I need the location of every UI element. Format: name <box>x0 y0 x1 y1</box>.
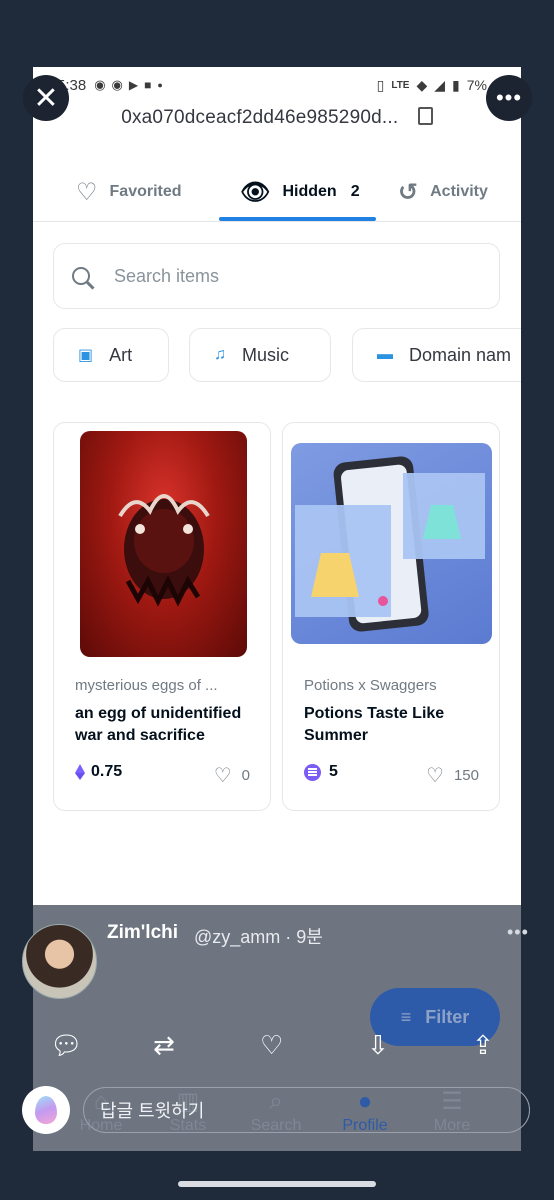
favorite-button[interactable]: ♡ 150 <box>426 763 479 788</box>
nft-name: an egg of unidentified war and sacrifice <box>75 705 242 744</box>
vibrate-icon: ▯ <box>376 76 385 93</box>
user-avatar-icon <box>22 1086 70 1134</box>
heart-outline-icon: ♡ <box>76 178 98 206</box>
nft-collection: mysterious eggs of ... <box>75 677 218 694</box>
nft-card[interactable]: mysterious eggs of ... an egg of unident… <box>53 422 271 811</box>
tab-count: 2 <box>350 183 360 200</box>
nft-name: Potions Taste Like Summer <box>304 705 445 744</box>
category-chip-art[interactable]: ▣ Art <box>53 328 169 382</box>
ethereum-icon <box>75 764 85 780</box>
like-icon[interactable]: ♡ <box>260 1030 283 1061</box>
tab-label: Activity <box>430 183 488 200</box>
tweet-more-icon[interactable]: ••• <box>507 922 529 943</box>
retweet-icon[interactable]: ⇄ <box>153 1030 175 1061</box>
reply-icon[interactable]: 💬︎ <box>50 1030 83 1061</box>
potions-artwork <box>295 456 485 632</box>
tab-favorited[interactable]: ♡ Favorited <box>76 162 182 222</box>
heart-outline-icon: ♡ <box>213 765 232 787</box>
close-icon: ✕ <box>33 81 59 115</box>
status-bar: 5:38 ◉ ◉ ▶ ■ ● ▯ LTE ◆ ◢ ▮ 7% <box>33 67 521 103</box>
tab-hidden[interactable]: 👁 Hidden 2 <box>240 162 360 222</box>
system-status: ▯ LTE ◆ ◢ ▮ 7% <box>377 67 487 103</box>
favorite-count: 150 <box>453 767 479 784</box>
video-icon: ■ <box>144 78 152 92</box>
chip-label: Domain nam <box>409 344 512 365</box>
copy-icon[interactable] <box>417 107 433 125</box>
tab-label: Favorited <box>109 183 182 200</box>
tab-activity[interactable]: ↺ Activity <box>398 162 488 222</box>
favorite-count: 0 <box>241 767 250 784</box>
nft-collection: Potions x Swaggers <box>304 677 437 694</box>
search-icon <box>72 267 90 285</box>
app-window: 5:38 ◉ ◉ ▶ ■ ● ▯ LTE ◆ ◢ ▮ 7% 0xa070dcea… <box>33 67 521 1151</box>
home-indicator[interactable] <box>178 1181 376 1187</box>
chip-label: Music <box>242 344 290 365</box>
nft-price: 0.75 <box>75 763 122 781</box>
filter-label: Filter <box>425 1006 470 1027</box>
download-icon[interactable]: ⇩ <box>367 1030 389 1061</box>
share-icon[interactable]: ⇪ <box>472 1030 494 1061</box>
profile-tabs: ♡ Favorited 👁 Hidden 2 ↺ Activity <box>33 162 521 222</box>
notification-icons: ◉ ◉ ▶ ■ ● <box>94 77 163 93</box>
youtube-icon: ▶ <box>128 78 139 92</box>
messenger-icon: ◉ <box>111 77 123 92</box>
reply-placeholder: 답글 트윗하기 <box>100 1101 205 1121</box>
tweet-author-handle: @zy_amm · 9분 <box>194 927 323 947</box>
nft-image <box>291 443 492 644</box>
domain-icon: ▬ <box>377 346 393 363</box>
price-value: 5 <box>329 763 338 780</box>
art-icon: ▣ <box>78 347 94 364</box>
dot-icon: ● <box>157 80 163 90</box>
category-chip-music[interactable]: ♫ Music <box>189 328 331 382</box>
volte-icon: LTE <box>391 79 410 91</box>
favorite-button[interactable]: ♡ 0 <box>214 763 250 788</box>
close-button[interactable]: ✕ <box>23 75 69 121</box>
signal-icon: ◢ <box>434 76 446 93</box>
more-options-button[interactable]: ••• <box>486 75 532 121</box>
search-placeholder: Search items <box>114 265 220 286</box>
active-tab-indicator <box>219 217 376 221</box>
nft-price: 5 <box>304 763 338 781</box>
tab-label: Hidden <box>282 183 337 200</box>
eye-icon: 👁 <box>240 178 271 206</box>
solana-icon <box>304 763 321 781</box>
messenger-icon: ◉ <box>94 77 106 92</box>
avatar[interactable] <box>22 924 97 999</box>
wallet-address: 0xa070dceacf2dd46e985290d... <box>33 107 521 129</box>
category-chip-domain[interactable]: ▬ Domain nam <box>352 328 521 382</box>
filter-icon: ≡ <box>400 1006 412 1027</box>
more-dots-icon: ••• <box>495 85 523 110</box>
nft-card[interactable]: Potions x Swaggers Potions Taste Like Su… <box>282 422 500 811</box>
price-value: 0.75 <box>91 763 123 780</box>
nft-image <box>80 431 247 657</box>
dragon-egg-artwork <box>118 494 210 607</box>
music-icon: ♫ <box>214 346 226 363</box>
chip-label: Art <box>109 344 133 365</box>
address-text: 0xa070dceacf2dd46e985290d... <box>121 107 399 128</box>
battery-percent: 7% <box>466 77 487 93</box>
search-input[interactable]: Search items <box>53 243 500 309</box>
history-icon: ↺ <box>398 178 419 206</box>
battery-icon: ▮ <box>452 76 460 93</box>
heart-outline-icon: ♡ <box>426 765 444 787</box>
reply-input[interactable]: 답글 트윗하기 <box>83 1087 530 1133</box>
wifi-icon: ◆ <box>416 76 428 93</box>
tweet-author-name[interactable]: Zim'lchi <box>107 922 178 944</box>
